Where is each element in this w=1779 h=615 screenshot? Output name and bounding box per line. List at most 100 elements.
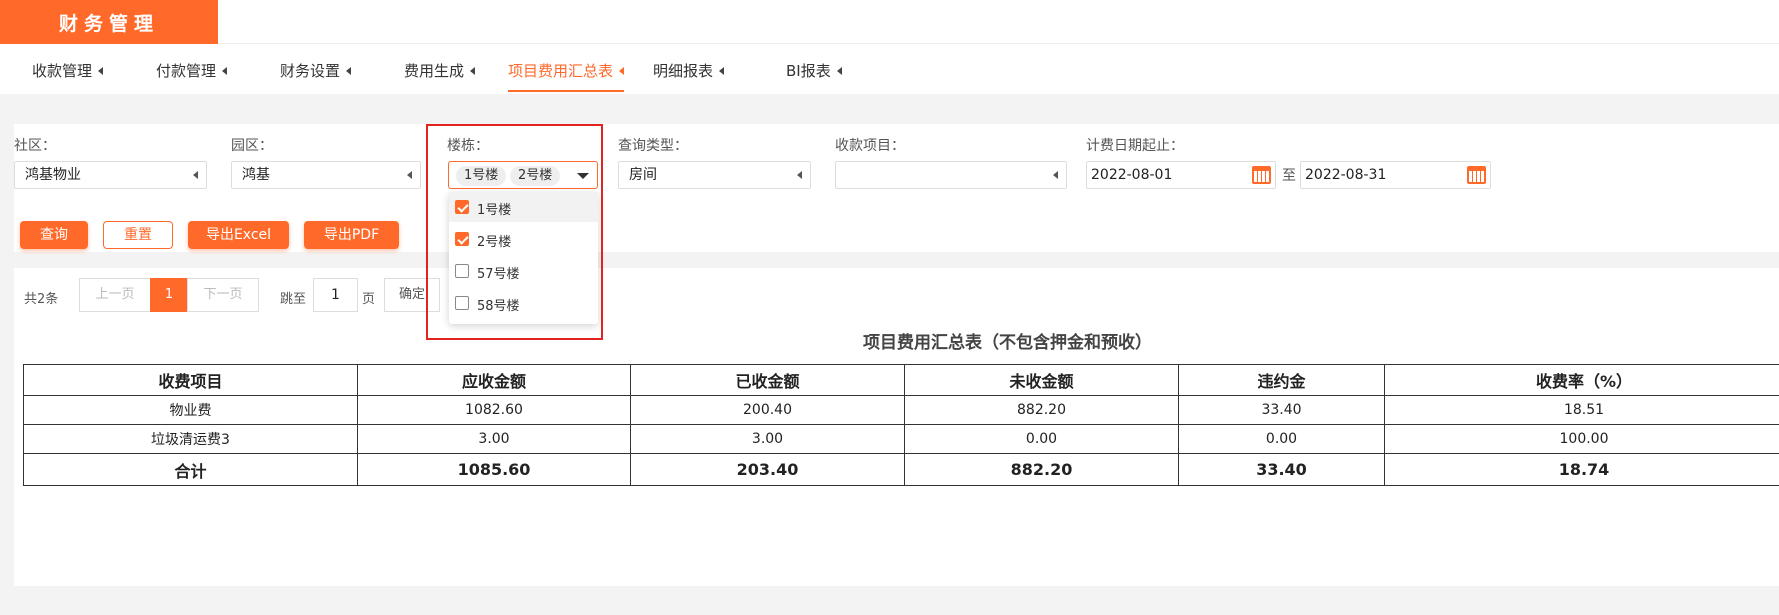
caret-left-icon <box>407 171 412 179</box>
total-count: 共2条 <box>24 292 59 307</box>
next-page-button[interactable]: 下一页 <box>187 278 259 312</box>
current-page-button[interactable]: 1 <box>150 278 188 312</box>
caret-left-icon <box>836 67 842 75</box>
table-cell: 33.40 <box>1178 453 1385 486</box>
summary-table: 收费项目 应收金额 已收金额 未收金额 违约金 收费率（%） 物业费 1082.… <box>23 364 1779 486</box>
nav-label: 收款管理 <box>32 62 93 80</box>
building-chip[interactable]: 2号楼 <box>510 166 561 186</box>
calendar-icon[interactable] <box>1252 166 1271 184</box>
export-excel-button[interactable]: 导出Excel <box>188 221 289 249</box>
table-cell: 100.00 <box>1384 424 1779 454</box>
column-header: 收费项目 <box>23 364 358 396</box>
reset-button[interactable]: 重置 <box>103 221 173 249</box>
start-date-input[interactable]: 2022-08-01 <box>1086 161 1276 189</box>
chevron-down-icon[interactable] <box>577 173 589 179</box>
option-label: 57号楼 <box>477 267 520 282</box>
building-label: 楼栋： <box>447 138 489 154</box>
nav-item-detail-report[interactable]: 明细报表 <box>653 60 725 92</box>
query-button[interactable]: 查询 <box>20 221 88 249</box>
table-total-row: 合计 1085.60 203.40 882.20 33.40 18.74 <box>23 453 1779 486</box>
jump-to-label: 跳至 <box>280 292 307 307</box>
nav-label: 项目费用汇总表 <box>508 62 614 80</box>
page-number-input[interactable]: 1 <box>313 278 358 312</box>
checkbox-checked-icon[interactable] <box>455 232 469 246</box>
community-select[interactable]: 鸿基物业 <box>14 161 207 189</box>
table-cell: 203.40 <box>630 453 905 486</box>
column-header: 收费率（%） <box>1384 364 1779 396</box>
calendar-icon[interactable] <box>1467 166 1486 184</box>
nav-label: 费用生成 <box>404 62 465 80</box>
nav-label: 明细报表 <box>653 62 714 80</box>
nav-item-receipts[interactable]: 收款管理 <box>32 60 104 92</box>
column-header: 违约金 <box>1178 364 1385 396</box>
community-label: 社区： <box>14 138 56 154</box>
caret-left-icon <box>719 67 725 75</box>
nav-label: 付款管理 <box>156 62 217 80</box>
caret-left-icon <box>193 171 198 179</box>
report-title: 项目费用汇总表（不包含押金和预收） <box>863 333 1152 353</box>
column-header: 已收金额 <box>630 364 905 396</box>
page-unit-label: 页 <box>362 292 376 307</box>
confirm-jump-button[interactable]: 确定 <box>384 278 440 312</box>
date-to-label: 至 <box>1282 168 1296 184</box>
nav-item-payments[interactable]: 付款管理 <box>156 60 228 92</box>
nav-item-fee-summary[interactable]: 项目费用汇总表 <box>508 60 625 92</box>
table-cell: 882.20 <box>904 453 1179 486</box>
export-pdf-button[interactable]: 导出PDF <box>304 221 399 249</box>
charge-item-select[interactable] <box>835 161 1067 189</box>
end-date-input[interactable]: 2022-08-31 <box>1300 161 1491 189</box>
park-select[interactable]: 鸿基 <box>231 161 421 189</box>
table-cell: 18.51 <box>1384 395 1779 425</box>
park-value: 鸿基 <box>242 167 270 183</box>
caret-left-icon <box>1053 171 1058 179</box>
table-cell: 合计 <box>23 453 358 486</box>
building-option[interactable]: 57号楼 <box>449 256 598 286</box>
column-header: 应收金额 <box>357 364 631 396</box>
building-option[interactable]: 58号楼 <box>449 288 598 318</box>
caret-left-icon <box>797 171 802 179</box>
column-header: 未收金额 <box>904 364 1179 396</box>
table-row: 物业费 1082.60 200.40 882.20 33.40 18.51 <box>23 395 1779 425</box>
community-value: 鸿基物业 <box>25 167 81 183</box>
checkbox-checked-icon[interactable] <box>455 200 469 214</box>
table-cell: 200.40 <box>630 395 905 425</box>
building-dropdown: 1号楼 2号楼 57号楼 58号楼 <box>449 192 598 324</box>
caret-left-icon <box>346 67 352 75</box>
table-cell: 1085.60 <box>357 453 631 486</box>
query-type-label: 查询类型： <box>618 138 688 154</box>
nav-item-bi-report[interactable]: BI报表 <box>786 60 842 92</box>
table-row: 垃圾清运费3 3.00 3.00 0.00 0.00 100.00 <box>23 424 1779 454</box>
nav-item-finance-settings[interactable]: 财务设置 <box>280 60 352 92</box>
table-cell: 垃圾清运费3 <box>23 424 358 454</box>
option-label: 2号楼 <box>477 235 512 250</box>
query-type-value: 房间 <box>629 167 657 183</box>
checkbox-icon[interactable] <box>455 264 469 278</box>
start-date-value: 2022-08-01 <box>1091 167 1173 183</box>
building-option[interactable]: 1号楼 <box>449 192 598 222</box>
caret-left-icon <box>470 67 476 75</box>
option-label: 58号楼 <box>477 299 520 314</box>
table-cell: 物业费 <box>23 395 358 425</box>
nav-label: BI报表 <box>786 62 831 80</box>
table-cell: 0.00 <box>904 424 1179 454</box>
building-option[interactable]: 2号楼 <box>449 224 598 254</box>
table-cell: 3.00 <box>630 424 905 454</box>
nav-label: 财务设置 <box>280 62 341 80</box>
app-title: 财务管理 <box>0 0 218 44</box>
caret-left-icon <box>619 67 625 75</box>
table-cell: 3.00 <box>357 424 631 454</box>
table-cell: 0.00 <box>1178 424 1385 454</box>
end-date-value: 2022-08-31 <box>1305 167 1387 183</box>
park-label: 园区： <box>231 138 273 154</box>
date-range-label: 计费日期起止： <box>1086 138 1184 154</box>
checkbox-icon[interactable] <box>455 296 469 310</box>
table-cell: 33.40 <box>1178 395 1385 425</box>
table-cell: 1082.60 <box>357 395 631 425</box>
charge-item-label: 收款项目： <box>835 138 905 154</box>
building-multiselect[interactable]: 1号楼 2号楼 <box>448 161 598 189</box>
nav-item-fee-generation[interactable]: 费用生成 <box>404 60 476 92</box>
prev-page-button[interactable]: 上一页 <box>79 278 151 312</box>
building-chip[interactable]: 1号楼 <box>456 166 507 186</box>
query-type-select[interactable]: 房间 <box>618 161 811 189</box>
caret-left-icon <box>98 67 104 75</box>
